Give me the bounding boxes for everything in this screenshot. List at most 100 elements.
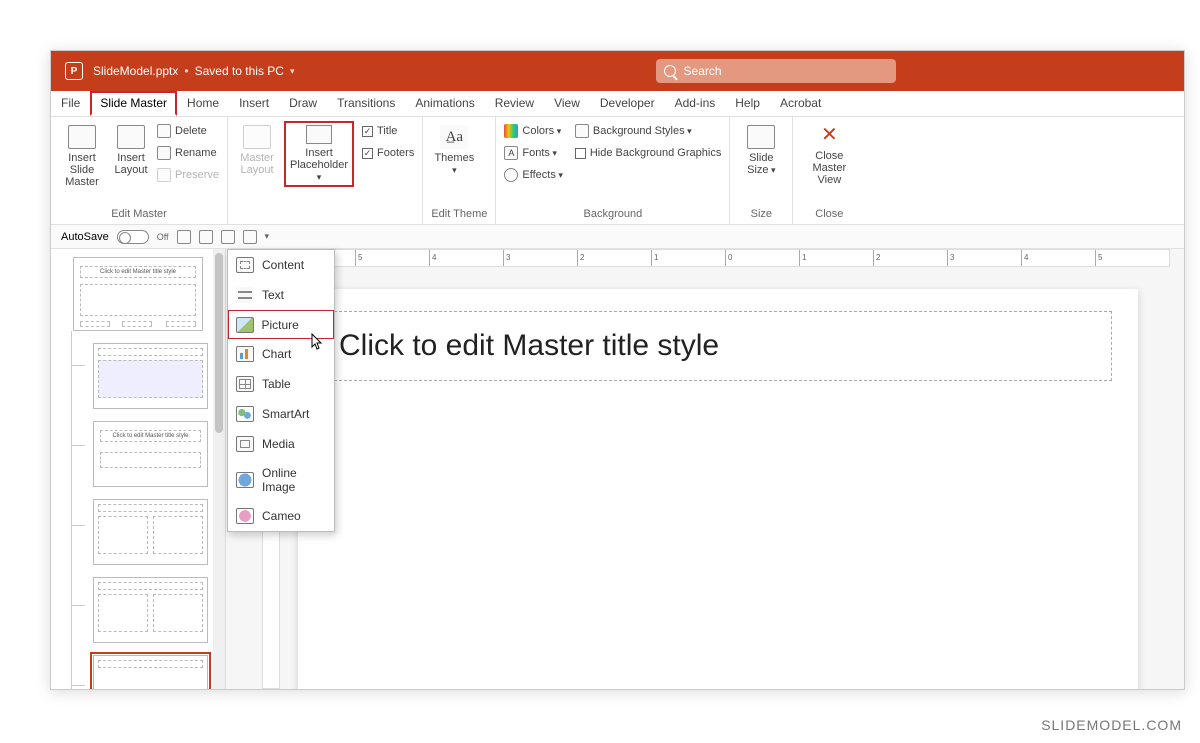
ribbon-tabs: File Slide Master Home Insert Draw Trans… — [51, 91, 1184, 117]
tab-insert[interactable]: Insert — [229, 91, 279, 116]
tab-draw[interactable]: Draw — [279, 91, 327, 116]
thumb-layout-3[interactable] — [93, 499, 208, 565]
media-icon — [236, 436, 254, 452]
chart-icon — [236, 346, 254, 362]
autosave-toggle[interactable] — [117, 230, 149, 244]
close-master-view-button[interactable]: ✕ Close Master View — [801, 121, 857, 208]
thumb-scrollbar[interactable] — [213, 249, 225, 689]
insert-slide-master-button[interactable]: Insert Slide Master — [59, 121, 105, 208]
rename-icon — [157, 146, 171, 160]
close-icon: ✕ — [818, 125, 840, 147]
placeholder-dropdown: Content Text Picture Chart Table SmartAr… — [227, 249, 335, 532]
autosave-label: AutoSave — [61, 231, 109, 243]
placeholder-option-cameo[interactable]: Cameo — [228, 501, 334, 531]
undo-icon[interactable] — [199, 230, 213, 244]
tab-transitions[interactable]: Transitions — [327, 91, 405, 116]
delete-button[interactable]: Delete — [157, 121, 219, 141]
placeholder-option-smartart[interactable]: SmartArt — [228, 399, 334, 429]
preserve-button[interactable]: Preserve — [157, 165, 219, 185]
group-label: Edit Theme — [431, 208, 487, 222]
placeholder-option-table[interactable]: Table — [228, 369, 334, 399]
themes-icon: A̲a — [440, 125, 468, 149]
title-bar: P SlideModel.pptx • Saved to this PC ▾ S… — [51, 51, 1184, 91]
tab-home[interactable]: Home — [177, 91, 229, 116]
cameo-icon — [236, 508, 254, 524]
group-label: Size — [738, 208, 784, 222]
footers-checkbox[interactable]: Footers — [362, 143, 414, 163]
thumb-layout-4[interactable] — [93, 577, 208, 643]
save-icon[interactable] — [177, 230, 191, 244]
tab-review[interactable]: Review — [485, 91, 544, 116]
themes-button[interactable]: A̲a Themes — [431, 121, 477, 208]
delete-icon — [157, 124, 171, 138]
search-placeholder: Search — [684, 64, 722, 78]
effects-button[interactable]: Effects — [504, 165, 562, 185]
tab-addins[interactable]: Add-ins — [665, 91, 726, 116]
redo-icon[interactable] — [221, 230, 235, 244]
background-styles-button[interactable]: Background Styles — [575, 121, 721, 141]
app-window: P SlideModel.pptx • Saved to this PC ▾ S… — [50, 50, 1185, 690]
fonts-button[interactable]: AFonts — [504, 143, 562, 163]
content-icon — [236, 257, 254, 273]
online-image-icon — [236, 472, 254, 488]
scroll-thumb[interactable] — [215, 253, 223, 433]
thumb-layout-selected[interactable] — [93, 655, 208, 689]
placeholder-icon — [306, 125, 332, 144]
title-checkbox[interactable]: Title — [362, 121, 414, 141]
slideshow-icon[interactable] — [243, 230, 257, 244]
group-label: Close — [801, 208, 857, 222]
quick-access-toolbar: AutoSave Off ▾ — [51, 225, 1184, 249]
slide-master-icon — [68, 125, 96, 149]
thumb-layout-1[interactable] — [93, 343, 208, 409]
editor-area: 6 5 4 3 2 1 0 1 2 3 4 5 Click to edit Ma — [226, 249, 1184, 689]
placeholder-option-online-image[interactable]: Online Image — [228, 459, 334, 501]
insert-layout-button[interactable]: Insert Layout — [111, 121, 151, 208]
group-label: Background — [504, 208, 721, 222]
rename-button[interactable]: Rename — [157, 143, 219, 163]
tab-slide-master[interactable]: Slide Master — [90, 91, 177, 116]
group-close: ✕ Close Master View Close — [793, 117, 865, 224]
tab-developer[interactable]: Developer — [590, 91, 665, 116]
colors-icon — [504, 124, 518, 138]
powerpoint-icon: P — [65, 62, 83, 80]
ribbon: Insert Slide Master Insert Layout Delete… — [51, 117, 1184, 225]
tab-help[interactable]: Help — [725, 91, 770, 116]
thumb-layout-2[interactable]: Click to edit Master title style — [93, 421, 208, 487]
group-size: Slide Size Size — [730, 117, 793, 224]
placeholder-option-content[interactable]: Content — [228, 250, 334, 280]
colors-button[interactable]: Colors — [504, 121, 562, 141]
group-background: Colors AFonts Effects Background Styles … — [496, 117, 730, 224]
placeholder-option-media[interactable]: Media — [228, 429, 334, 459]
group-edit-theme: A̲a Themes Edit Theme — [423, 117, 496, 224]
checkbox-icon — [362, 148, 373, 159]
search-box[interactable]: Search — [656, 59, 896, 83]
slide-canvas[interactable]: Click to edit Master title style — [298, 289, 1138, 690]
fonts-icon: A — [504, 146, 518, 160]
thumb-master[interactable]: Click to edit Master title style — [73, 257, 203, 331]
group-edit-master: Insert Slide Master Insert Layout Delete… — [51, 117, 228, 224]
tab-view[interactable]: View — [544, 91, 590, 116]
checkbox-icon — [575, 148, 586, 159]
slide-size-icon — [747, 125, 775, 149]
thumbnail-pane[interactable]: Click to edit Master title style Click t… — [51, 249, 226, 689]
tab-acrobat[interactable]: Acrobat — [770, 91, 831, 116]
work-area: Click to edit Master title style Click t… — [51, 249, 1184, 689]
tab-animations[interactable]: Animations — [405, 91, 484, 116]
watermark: SLIDEMODEL.COM — [1041, 717, 1182, 733]
picture-icon — [236, 317, 254, 333]
text-icon — [236, 287, 254, 303]
document-name: SlideModel.pptx — [93, 64, 178, 78]
hide-bg-checkbox[interactable]: Hide Background Graphics — [575, 143, 721, 163]
group-master-layout: Master Layout Insert Placeholder Title F… — [228, 117, 423, 224]
smartart-icon — [236, 406, 254, 422]
tab-file[interactable]: File — [51, 91, 90, 116]
checkbox-icon — [362, 126, 373, 137]
placeholder-option-text[interactable]: Text — [228, 280, 334, 310]
qat-more[interactable]: ▾ — [265, 231, 270, 242]
insert-placeholder-button[interactable]: Insert Placeholder — [284, 121, 354, 187]
horizontal-ruler: 6 5 4 3 2 1 0 1 2 3 4 5 — [280, 249, 1170, 267]
slide-size-button[interactable]: Slide Size — [738, 121, 784, 208]
bg-styles-icon — [575, 124, 589, 138]
search-icon — [664, 65, 676, 77]
title-placeholder[interactable]: Click to edit Master title style — [324, 311, 1112, 381]
